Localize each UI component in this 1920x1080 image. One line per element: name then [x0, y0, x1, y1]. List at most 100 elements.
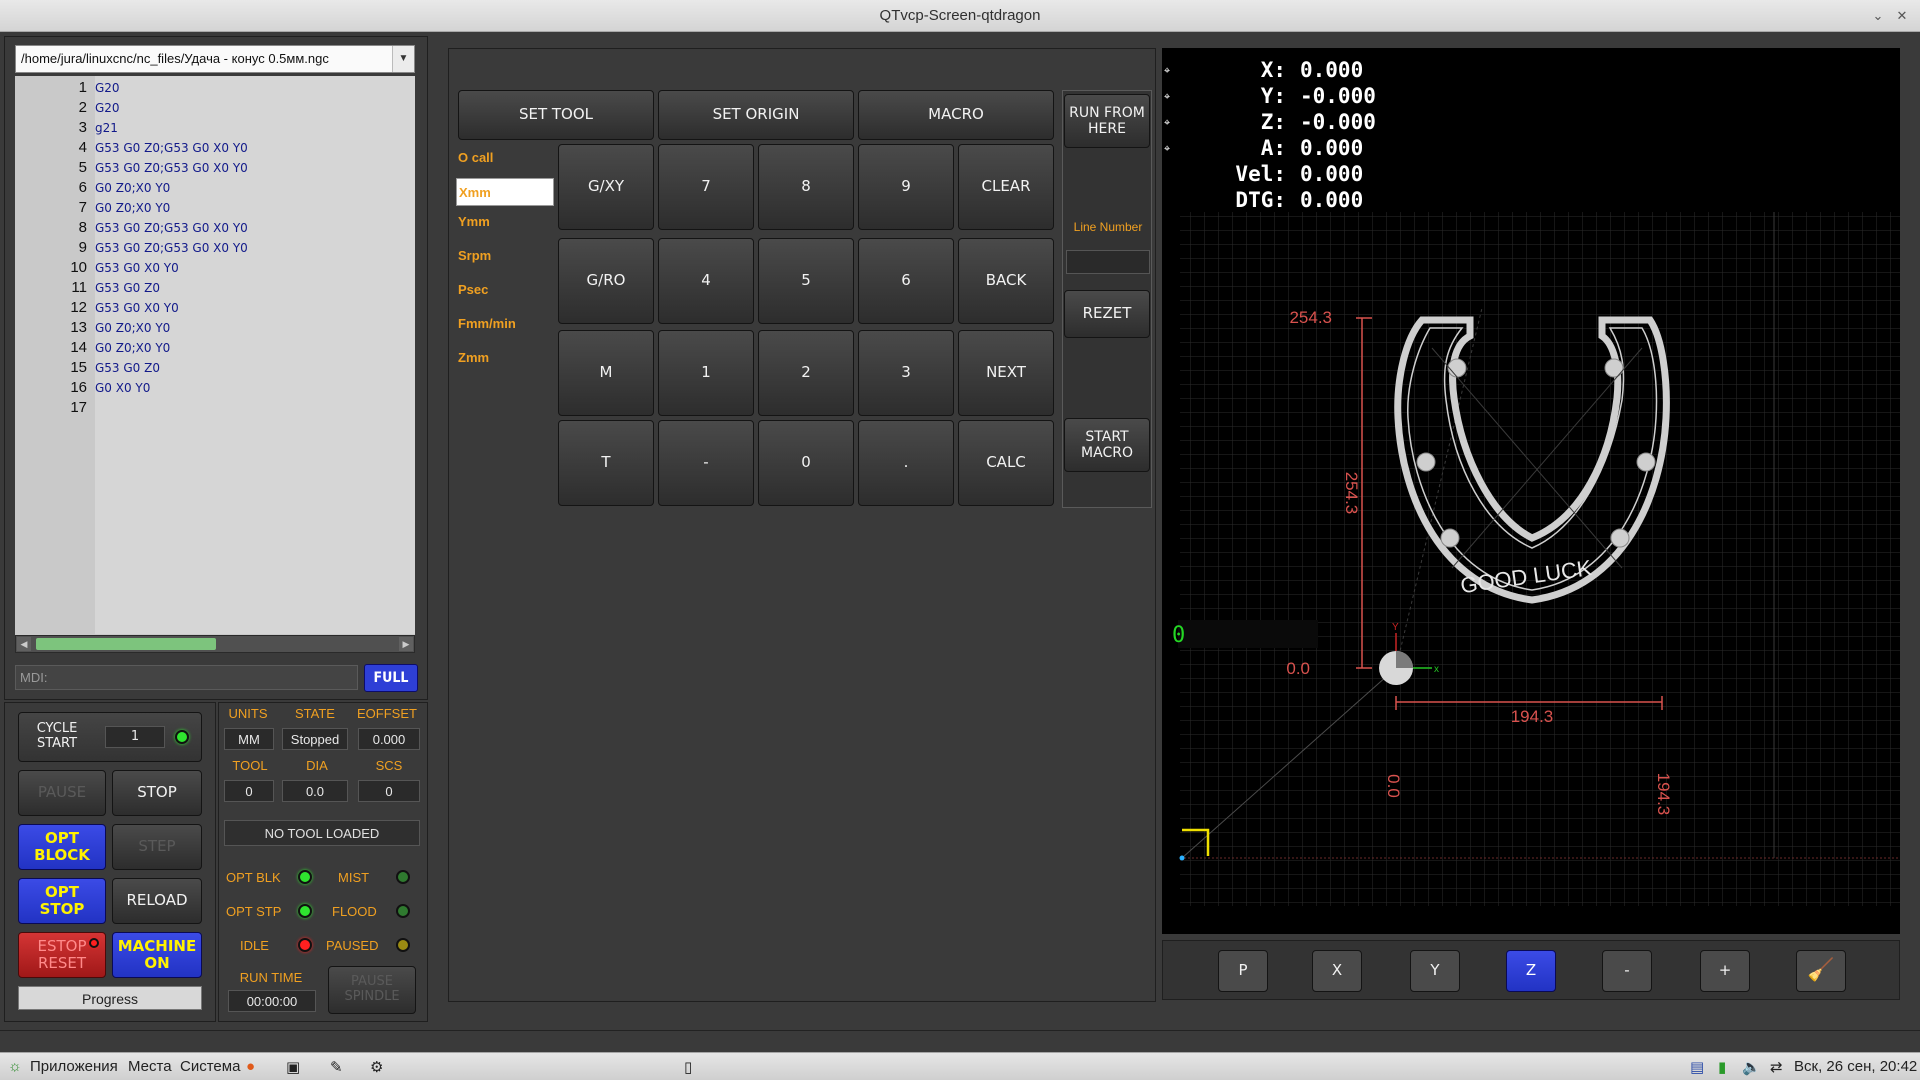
scroll-right-icon[interactable]: ▶ — [399, 637, 413, 651]
macro-param-4[interactable]: Psec — [458, 282, 488, 297]
clock-text[interactable]: Вск, 26 сен, 20:42 — [1794, 1058, 1917, 1075]
gcode-line[interactable]: 8 G53 G0 Z0;G53 G0 X0 Y0 — [15, 218, 415, 238]
clear-preview-button[interactable]: 🧹 — [1796, 950, 1846, 992]
keypad-key[interactable]: NEXT — [958, 330, 1054, 416]
macro-button[interactable]: MACRO — [858, 90, 1054, 140]
line-number-input[interactable] — [1066, 250, 1150, 274]
step-button[interactable]: STEP — [112, 824, 202, 870]
gcode-line[interactable]: 5 G53 G0 Z0;G53 G0 X0 Y0 — [15, 158, 415, 178]
gcode-line[interactable]: 15 G53 G0 Z0 — [15, 358, 415, 378]
battery-icon[interactable]: ▮ — [1718, 1058, 1726, 1076]
network-icon[interactable]: ⇄ — [1770, 1058, 1783, 1076]
gcode-line[interactable]: 6 G0 Z0;X0 Y0 — [15, 178, 415, 198]
keypad-key[interactable]: 3 — [858, 330, 954, 416]
file-select[interactable]: /home/jura/linuxcnc/nc_files/Удача - кон… — [15, 45, 415, 73]
view-button[interactable]: Y — [1410, 950, 1460, 992]
gcode-line[interactable]: 10 G53 G0 X0 Y0 — [15, 258, 415, 278]
keypad-key[interactable]: . — [858, 420, 954, 506]
horizontal-scrollbar[interactable]: ◀ ▶ — [15, 635, 415, 653]
gcode-line[interactable]: 16 G0 X0 Y0 — [15, 378, 415, 398]
cycle-start-button[interactable]: CYCLE START 1 — [18, 712, 202, 762]
keypad-key[interactable]: CLEAR — [958, 144, 1054, 230]
gcode-line[interactable]: 3 g21 — [15, 118, 415, 138]
keypad-key[interactable]: 8 — [758, 144, 854, 230]
keypad-key[interactable]: G/XY — [558, 144, 654, 230]
keypad-key[interactable]: 0 — [758, 420, 854, 506]
set-tool-button[interactable]: SET TOOL — [458, 90, 654, 140]
keypad-key[interactable]: M — [558, 330, 654, 416]
macro-param-6[interactable]: Zmm — [458, 350, 489, 365]
gcode-line[interactable]: 4 G53 G0 Z0;G53 G0 X0 Y0 — [15, 138, 415, 158]
set-origin-button[interactable]: SET ORIGIN — [658, 90, 854, 140]
dim-zero-y: 0.0 — [1286, 659, 1310, 678]
pause-button[interactable]: PAUSE — [18, 770, 106, 816]
keypad-key[interactable]: CALC — [958, 420, 1054, 506]
macro-param-2[interactable]: Ymm — [458, 214, 490, 229]
view-button[interactable]: Z — [1506, 950, 1556, 992]
gcode-line[interactable]: 9 G53 G0 Z0;G53 G0 X0 Y0 — [15, 238, 415, 258]
keypad-key[interactable]: 1 — [658, 330, 754, 416]
cycle-count-field[interactable]: 1 — [105, 726, 165, 748]
gcode-editor[interactable]: 1 G20 2 G20 3 g21 4 G53 G0 Z0;G53 G0 X0 Y0 5 G53 … — [15, 76, 415, 636]
full-button[interactable]: FULL — [364, 664, 418, 692]
macro-param-3[interactable]: Srpm — [458, 248, 491, 263]
system-menu[interactable]: Система — [180, 1058, 240, 1075]
opt-block-button[interactable]: OPT BLOCK — [18, 824, 106, 870]
gcode-line[interactable]: 1 G20 — [15, 78, 415, 98]
view-button[interactable]: X — [1312, 950, 1362, 992]
text-editor-icon[interactable]: ✎ — [330, 1058, 343, 1076]
gcode-line[interactable]: 7 G0 Z0;X0 Y0 — [15, 198, 415, 218]
gcode-line[interactable]: 12 G53 G0 X0 Y0 — [15, 298, 415, 318]
terminal-icon[interactable]: ▣ — [286, 1058, 300, 1076]
gcode-line[interactable]: 2 G20 — [15, 98, 415, 118]
keypad-key[interactable]: 5 — [758, 238, 854, 324]
menu-icon[interactable]: ☼ — [8, 1058, 22, 1075]
volume-icon[interactable]: 🔈 — [1742, 1058, 1761, 1076]
dim-x: 194.3 — [1511, 707, 1554, 726]
reload-button[interactable]: RELOAD — [112, 878, 202, 924]
keypad-key[interactable]: 6 — [858, 238, 954, 324]
keypad-key[interactable]: - — [658, 420, 754, 506]
keypad-key[interactable]: T — [558, 420, 654, 506]
keypad-key[interactable]: 9 — [858, 144, 954, 230]
estop-reset-button[interactable]: ESTOP RESET — [18, 932, 106, 978]
rezet-button[interactable]: REZET — [1064, 290, 1150, 338]
macro-param-0[interactable]: O call — [458, 150, 493, 165]
opt-stop-button[interactable]: OPT STOP — [18, 878, 106, 924]
window-list-icon[interactable]: ▯ — [684, 1058, 692, 1076]
dro-axis-label: A: — [1260, 136, 1286, 160]
chevron-down-icon[interactable]: ▼ — [392, 46, 414, 72]
mdi-input[interactable]: MDI: — [15, 665, 358, 690]
mist-label: MIST — [338, 870, 370, 885]
keyboard-layout-icon[interactable]: ▤ — [1690, 1058, 1704, 1076]
keypad-key[interactable]: BACK — [958, 238, 1054, 324]
gcode-line[interactable]: 14 G0 Z0;X0 Y0 — [15, 338, 415, 358]
macro-param-5[interactable]: Fmm/min — [458, 316, 516, 331]
macro-param-1[interactable]: Xmm — [456, 178, 554, 206]
scrollbar-thumb[interactable] — [36, 638, 216, 650]
dro-axis-value: 0.000 — [1300, 188, 1364, 212]
start-macro-button[interactable]: START MACRO — [1064, 418, 1150, 472]
minimize-icon[interactable]: ⌄ — [1868, 6, 1888, 26]
keypad-key[interactable]: G/RO — [558, 238, 654, 324]
gcode-text: g21 — [95, 121, 118, 135]
keypad-key[interactable]: 7 — [658, 144, 754, 230]
stop-button[interactable]: STOP — [112, 770, 202, 816]
apps-menu[interactable]: Приложения — [30, 1058, 118, 1075]
linuxcnc-icon[interactable]: ⚙ — [370, 1058, 383, 1076]
firefox-icon[interactable]: ● — [246, 1058, 255, 1075]
scroll-left-icon[interactable]: ◀ — [17, 637, 31, 651]
view-button[interactable]: + — [1700, 950, 1750, 992]
run-from-here-button[interactable]: RUN FROM HERE — [1064, 94, 1150, 148]
places-menu[interactable]: Места — [128, 1058, 172, 1075]
keypad-key[interactable]: 4 — [658, 238, 754, 324]
gcode-line[interactable]: 13 G0 Z0;X0 Y0 — [15, 318, 415, 338]
gcode-line[interactable]: 17 — [15, 398, 415, 418]
gcode-line[interactable]: 11 G53 G0 Z0 — [15, 278, 415, 298]
machine-on-button[interactable]: MACHINE ON — [112, 932, 202, 978]
pause-spindle-button[interactable]: PAUSE SPINDLE — [328, 966, 416, 1014]
close-icon[interactable]: ✕ — [1892, 6, 1912, 26]
view-button[interactable]: P — [1218, 950, 1268, 992]
view-button[interactable]: - — [1602, 950, 1652, 992]
keypad-key[interactable]: 2 — [758, 330, 854, 416]
